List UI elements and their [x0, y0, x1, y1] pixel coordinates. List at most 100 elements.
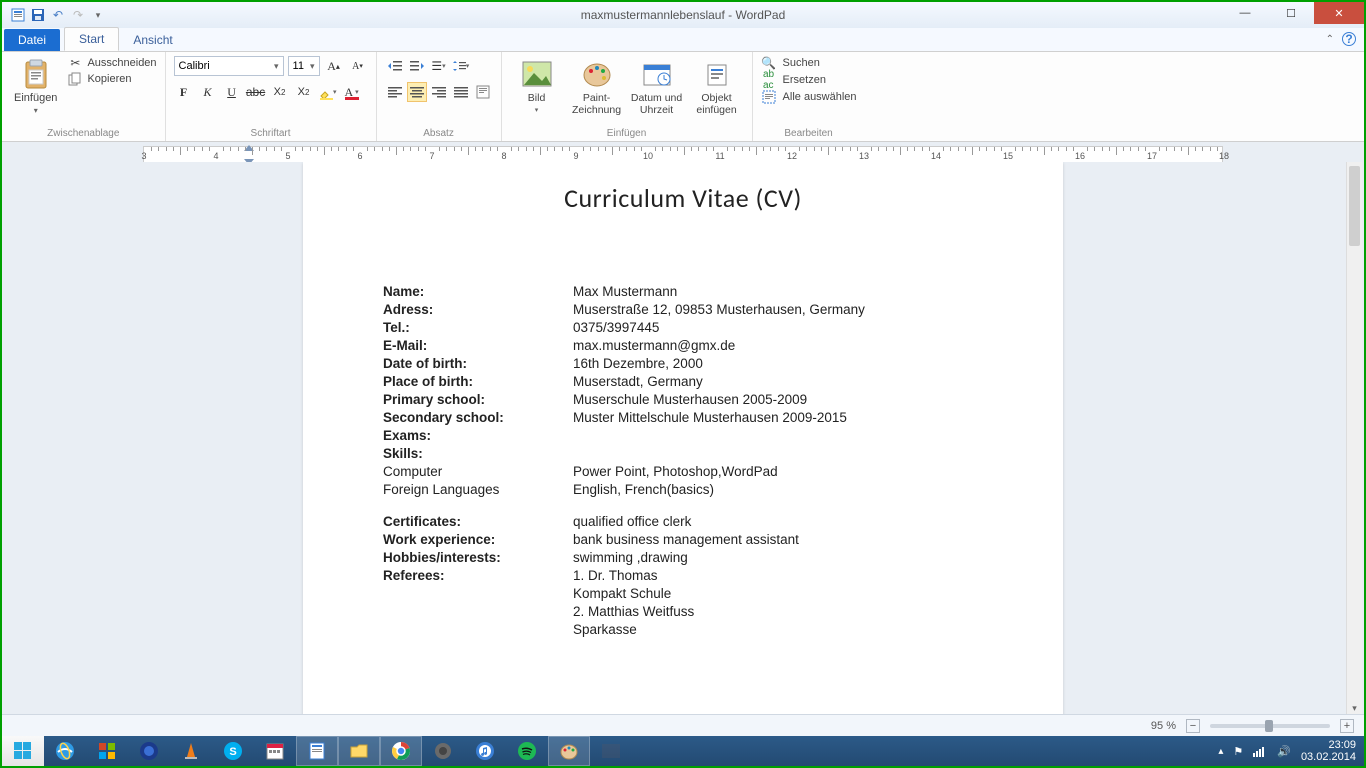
- cv-label: Exams:: [383, 428, 573, 443]
- cv-label: Foreign Languages: [383, 482, 573, 497]
- insert-object-button[interactable]: Objekt einfügen: [690, 56, 744, 116]
- taskbar-misc[interactable]: [590, 736, 632, 766]
- palette-icon: [581, 58, 613, 90]
- cv-label: Tel.:: [383, 320, 573, 335]
- decrease-indent-button[interactable]: [385, 56, 405, 76]
- shrink-font-button[interactable]: A▾: [348, 56, 368, 76]
- zoom-slider[interactable]: [1210, 724, 1330, 728]
- superscript-button[interactable]: X2: [294, 82, 314, 102]
- align-right-button[interactable]: [429, 82, 449, 102]
- cv-label: Referees:: [383, 568, 573, 583]
- group-clipboard: Einfügen ▾ ✂Ausschneiden Kopieren Zwisch…: [2, 52, 166, 141]
- taskbar-wordpad[interactable]: [296, 736, 338, 766]
- cv-value: Muserschule Musterhausen 2005-2009: [573, 392, 983, 407]
- tab-file[interactable]: Datei: [4, 29, 60, 51]
- insert-datetime-button[interactable]: Datum und Uhrzeit: [630, 56, 684, 116]
- start-button[interactable]: [2, 736, 44, 766]
- zoom-slider-knob[interactable]: [1265, 720, 1273, 732]
- underline-button[interactable]: U: [222, 82, 242, 102]
- redo-icon[interactable]: ↷: [70, 7, 86, 23]
- cv-label: [383, 586, 573, 601]
- selectall-button[interactable]: Alle auswählen: [761, 90, 857, 104]
- tray-network-icon[interactable]: [1253, 745, 1267, 757]
- picture-icon: [521, 58, 553, 90]
- zoom-in-button[interactable]: +: [1340, 719, 1354, 733]
- cv-row: ComputerPower Point, Photoshop,WordPad: [383, 464, 983, 479]
- scissors-icon: ✂: [67, 56, 83, 70]
- taskbar-calendar[interactable]: [254, 736, 296, 766]
- highlight-button[interactable]: ▾: [318, 82, 338, 102]
- font-name-combo[interactable]: Calibri: [174, 56, 284, 76]
- cut-button[interactable]: ✂Ausschneiden: [67, 56, 156, 70]
- cv-value: [573, 428, 983, 443]
- tab-view[interactable]: Ansicht: [119, 29, 186, 51]
- undo-icon[interactable]: ↶: [50, 7, 66, 23]
- copy-button[interactable]: Kopieren: [67, 72, 156, 86]
- zoom-out-button[interactable]: −: [1186, 719, 1200, 733]
- insert-picture-button[interactable]: Bild▾: [510, 56, 564, 114]
- taskbar-paint[interactable]: [548, 736, 590, 766]
- zoom-label: 95 %: [1151, 720, 1176, 732]
- italic-button[interactable]: K: [198, 82, 218, 102]
- taskbar-skype[interactable]: S: [212, 736, 254, 766]
- cv-value: Muster Mittelschule Musterhausen 2009-20…: [573, 410, 983, 425]
- grow-font-button[interactable]: A▴: [324, 56, 344, 76]
- tray-more-icon[interactable]: ▴: [1218, 746, 1223, 757]
- cv-value: swimming ,drawing: [573, 550, 983, 565]
- window-title: maxmustermannlebenslauf - WordPad: [581, 8, 786, 22]
- find-button[interactable]: 🔍Suchen: [761, 56, 857, 70]
- minimize-button[interactable]: —: [1222, 2, 1268, 24]
- subscript-button[interactable]: X2: [270, 82, 290, 102]
- cv-row: Place of birth:Muserstadt, Germany: [383, 374, 983, 389]
- tray-volume-icon[interactable]: 🔊: [1277, 745, 1291, 758]
- maximize-button[interactable]: ☐: [1268, 2, 1314, 24]
- taskbar-spotify[interactable]: [506, 736, 548, 766]
- system-tray: ▴ ⚑ 🔊 23:09 03.02.2014: [1218, 739, 1364, 763]
- cv-value: Power Point, Photoshop,WordPad: [573, 464, 983, 479]
- tab-home[interactable]: Start: [64, 27, 119, 51]
- insert-paint-button[interactable]: Paint-Zeichnung: [570, 56, 624, 116]
- bullet-list-button[interactable]: ☰▾: [429, 56, 449, 76]
- taskbar-vlc[interactable]: [170, 736, 212, 766]
- cv-value: qualified office clerk: [573, 514, 983, 529]
- document-page[interactable]: Curriculum Vitae (CV) Name:Max Musterman…: [303, 162, 1063, 716]
- vertical-scrollbar[interactable]: ▴ ▾: [1346, 162, 1362, 716]
- window-controls: — ☐: [1222, 2, 1364, 24]
- help-icon[interactable]: ?: [1342, 32, 1356, 46]
- cv-row: 2. Matthias Weitfuss: [383, 604, 983, 619]
- taskbar-office[interactable]: [86, 736, 128, 766]
- paste-button[interactable]: Einfügen ▾: [10, 56, 61, 117]
- font-size-combo[interactable]: 11: [288, 56, 320, 76]
- bold-button[interactable]: F: [174, 82, 194, 102]
- taskbar-explorer[interactable]: [338, 736, 380, 766]
- tray-flag-icon[interactable]: ⚑: [1233, 745, 1243, 758]
- increase-indent-button[interactable]: [407, 56, 427, 76]
- taskbar: S ▴ ⚑ 🔊 23:09 03.02.2014: [2, 736, 1364, 766]
- paragraph-dialog-button[interactable]: [473, 82, 493, 102]
- cv-label: Hobbies/interests:: [383, 550, 573, 565]
- taskbar-app-gray[interactable]: [422, 736, 464, 766]
- taskbar-app-blue[interactable]: [128, 736, 170, 766]
- align-center-button[interactable]: [407, 82, 427, 102]
- line-spacing-button[interactable]: ▾: [451, 56, 471, 76]
- taskbar-itunes[interactable]: [464, 736, 506, 766]
- group-font: Calibri 11 A▴ A▾ F K U abc X2 X2 ▾ A▾ Sc…: [166, 52, 377, 141]
- close-button[interactable]: [1314, 2, 1364, 24]
- font-color-button[interactable]: A▾: [342, 82, 362, 102]
- strikethrough-button[interactable]: abc: [246, 82, 266, 102]
- cv-value: Muserstadt, Germany: [573, 374, 983, 389]
- taskbar-ie[interactable]: [44, 736, 86, 766]
- tray-clock[interactable]: 23:09 03.02.2014: [1301, 739, 1356, 763]
- align-justify-button[interactable]: [451, 82, 471, 102]
- document-area: Curriculum Vitae (CV) Name:Max Musterman…: [2, 162, 1364, 716]
- taskbar-chrome[interactable]: [380, 736, 422, 766]
- cv-row: Exams:: [383, 428, 983, 443]
- scroll-thumb[interactable]: [1349, 166, 1360, 246]
- save-icon[interactable]: [30, 7, 46, 23]
- replace-icon: abac: [761, 73, 777, 87]
- collapse-ribbon-icon[interactable]: ⌃: [1326, 34, 1334, 45]
- replace-button[interactable]: abacErsetzen: [761, 73, 857, 87]
- qat-more-icon[interactable]: ▾: [90, 7, 106, 23]
- align-left-button[interactable]: [385, 82, 405, 102]
- cv-row: Sparkasse: [383, 622, 983, 637]
